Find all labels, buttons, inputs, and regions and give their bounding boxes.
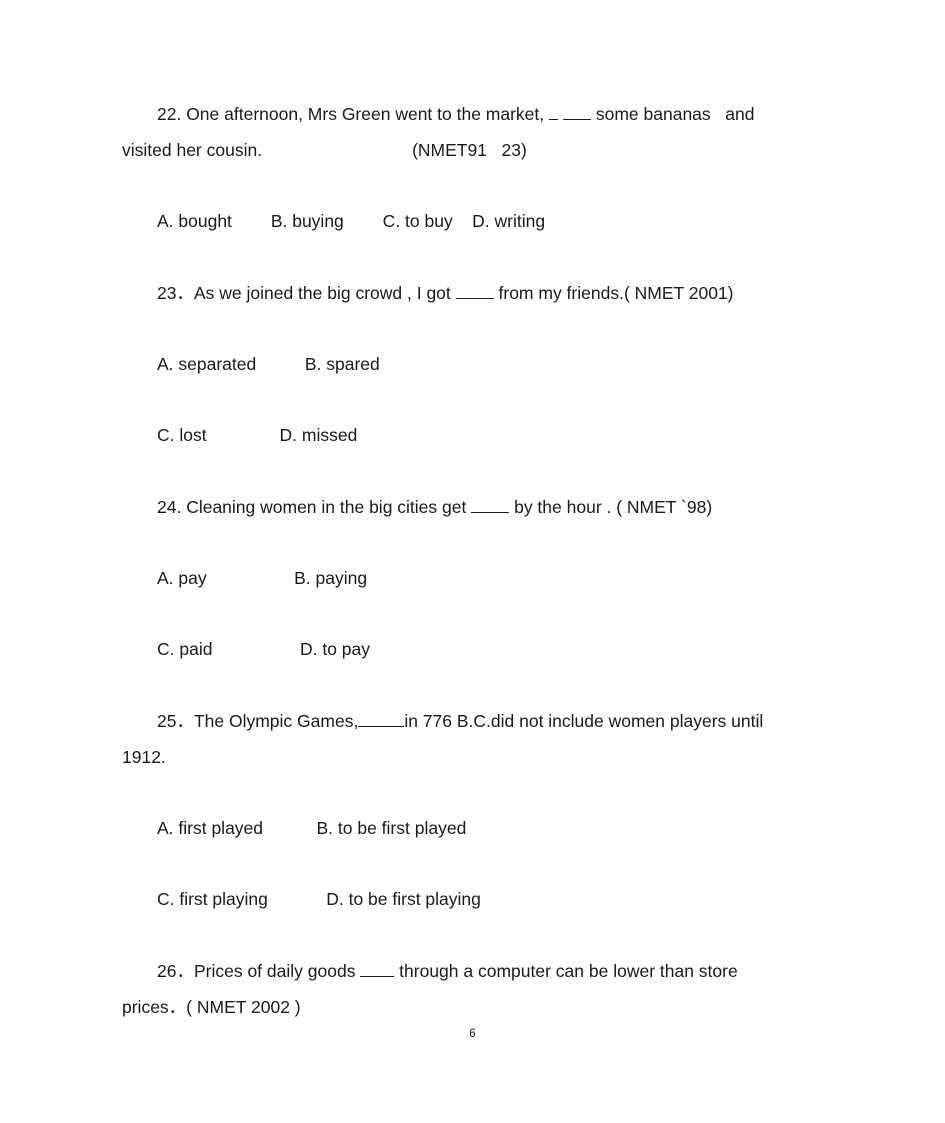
question-25-options-row-1: A. first played B. to be first played [157,818,467,838]
question-26-blank [360,964,395,977]
question-24: 24. Cleaning women in the big cities get… [122,489,827,667]
page-number: 6 [469,1028,476,1040]
question-24-stem: 24. Cleaning women in the big cities get… [122,489,827,525]
document-page: 22. One afternoon, Mrs Green went to the… [0,0,945,1123]
question-23-stem: 23．As we joined the big crowd , I got fr… [122,275,827,311]
question-23: 23．As we joined the big crowd , I got fr… [122,275,827,453]
question-26-stem-line-1: 26．Prices of daily goods through a compu… [122,953,827,989]
question-25: 25．The Olympic Games, in 776 B.C.did not … [122,703,827,917]
question-25-stem-line-2: 1912. [122,747,166,767]
question-24-options-row-2: C. paid D. to pay [157,639,370,659]
question-25-options-row-2: C. first playing D. to be first playing [157,889,481,909]
question-23-stem-text-before-blank: 23．As we joined the big crowd , I got [157,283,456,303]
question-22-source: (NMET91 23) [412,140,527,160]
question-24-stem-text-after-blank: by the hour . ( NMET `98) [509,497,713,517]
question-22-stem-text-before-blank: 22. One afternoon, Mrs Green went to the… [157,104,549,124]
question-24-options-row-1: A. pay B. paying [157,568,368,588]
question-22-blank-b [563,107,591,120]
question-22-stem-text-after-blank: some bananas and [591,104,755,124]
question-26-stem-line-2: prices．( NMET 2002 ) [122,997,301,1017]
question-25-stem-line-1: 25．The Olympic Games, in 776 B.C.did not … [122,703,827,739]
document-body: 22. One afternoon, Mrs Green went to the… [122,96,827,1025]
question-25-stem-text-after-blank: in 776 B.C.did not include women players… [404,711,764,731]
question-22: 22. One afternoon, Mrs Green went to the… [122,96,827,239]
question-25-stem-text-before-blank: 25．The Olympic Games, [157,711,359,731]
question-22-stem-line-1: 22. One afternoon, Mrs Green went to the… [122,96,827,132]
question-23-blank [455,286,494,299]
question-22-blank-a [549,107,558,120]
question-23-options-row-1: A. separated B. spared [157,354,380,374]
question-23-stem-text-after-blank: from my friends.( NMET 2001) [493,283,734,303]
question-22-stem-line-2: visited her cousin. (NMET91 23) [122,132,827,168]
question-22-options-row-1: A. bought B. buying C. to buy D. writing [157,211,546,231]
question-25-blank [358,714,405,727]
question-26-stem-text-after-blank: through a computer can be lower than sto… [394,961,738,981]
question-24-stem-text-before-blank: 24. Cleaning women in the big cities get [157,497,472,517]
question-26-stem-text-before-blank: 26．Prices of daily goods [157,961,361,981]
question-22-stem-continuation: visited her cousin. [122,140,263,160]
question-24-blank [471,500,510,513]
question-23-options-row-2: C. lost D. missed [157,425,358,445]
question-26: 26．Prices of daily goods through a compu… [122,953,827,1025]
